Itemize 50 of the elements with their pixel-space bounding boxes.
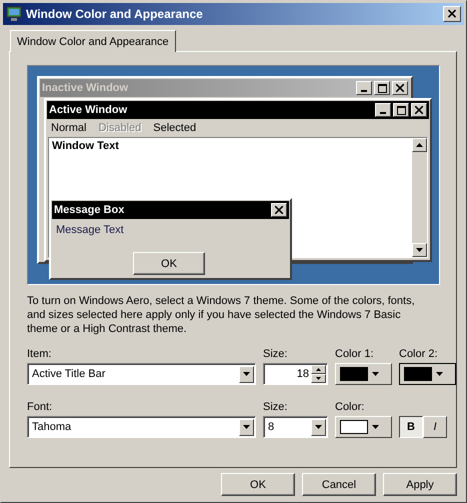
- field-label: Size:: [263, 401, 288, 413]
- monitor-icon: [6, 6, 22, 22]
- size-spinner[interactable]: 18: [263, 363, 328, 385]
- menu-item[interactable]: Normal: [51, 122, 86, 134]
- color-picker-button[interactable]: [399, 363, 456, 385]
- close-button[interactable]: [271, 203, 287, 217]
- maximize-icon: [396, 106, 406, 114]
- up-arrow-icon: [416, 143, 423, 147]
- caret-icon: [436, 372, 443, 376]
- dialog-button[interactable]: Apply: [383, 473, 457, 496]
- italic-button[interactable]: I: [423, 416, 447, 438]
- caret-icon: [372, 372, 379, 376]
- window-title: Window Color and Appearance: [26, 7, 204, 21]
- close-button[interactable]: ×: [443, 6, 461, 22]
- item-dropdown[interactable]: Active Title Bar: [27, 363, 256, 385]
- spin-down-button[interactable]: [311, 374, 326, 383]
- menu-item[interactable]: Selected: [153, 122, 196, 134]
- spin-up-button[interactable]: [311, 365, 326, 374]
- window-title: Inactive Window: [42, 82, 130, 94]
- message-text: Message Text: [55, 223, 125, 238]
- up-arrow-icon: [316, 368, 321, 371]
- field-label: Color 1:: [335, 348, 375, 360]
- close-icon: [415, 106, 423, 114]
- minimize-button[interactable]: [375, 103, 391, 117]
- scroll-down-button[interactable]: [412, 243, 427, 257]
- size-dropdown[interactable]: 8: [263, 416, 328, 438]
- field-label: Size:: [263, 348, 288, 360]
- window-text: Window Text: [51, 139, 120, 154]
- description-text: To turn on Windows Aero, select a Windows 7 theme. Some of the colors, fonts, and sizes selected here apply only if you have selected the Windows 7 Basic theme or a High Contrast theme.: [27, 294, 416, 336]
- field-label: Color 2:: [399, 348, 439, 360]
- maximize-button[interactable]: [393, 103, 409, 117]
- field-label: Font:: [27, 401, 54, 413]
- font-dropdown[interactable]: Tahoma: [27, 416, 256, 438]
- window-title: Active Window: [49, 104, 128, 116]
- close-button[interactable]: [411, 103, 427, 117]
- close-icon: [396, 84, 404, 92]
- ok-button[interactable]: OK: [133, 252, 205, 275]
- scroll-up-button[interactable]: [412, 138, 427, 152]
- bold-button[interactable]: B: [399, 416, 423, 438]
- caret-icon: [372, 425, 379, 429]
- tab[interactable]: Window Color and Appearance: [10, 30, 176, 52]
- dialog-button[interactable]: Cancel: [302, 473, 376, 496]
- maximize-icon: [378, 84, 386, 92]
- close-icon: [275, 206, 283, 214]
- down-arrow-icon: [416, 248, 423, 252]
- down-arrow-icon: [316, 377, 321, 380]
- field-label: Color:: [335, 401, 366, 413]
- field-label: Item:: [27, 348, 52, 360]
- dialog-button[interactable]: OK: [221, 473, 295, 496]
- window-title: Message Box: [54, 204, 126, 216]
